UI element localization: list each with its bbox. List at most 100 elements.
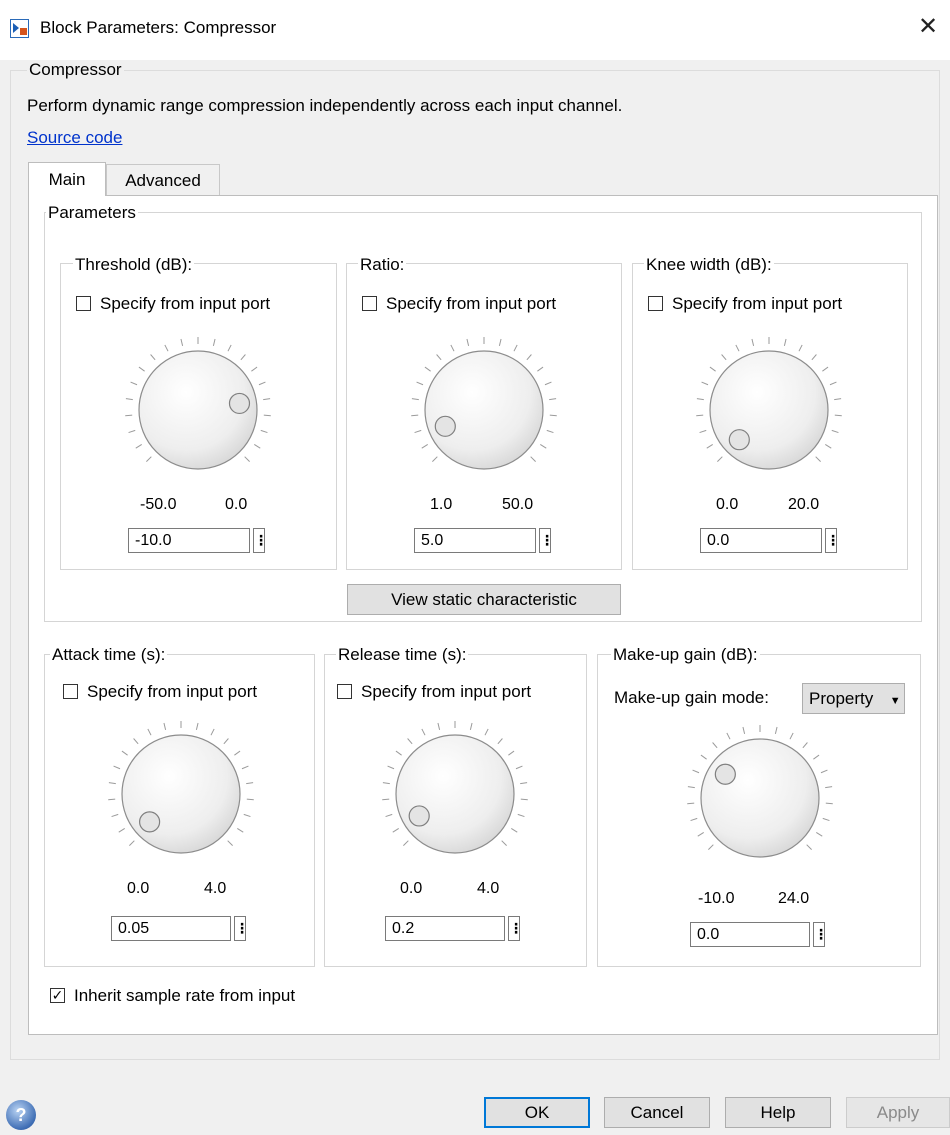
block-name: Compressor [27,60,124,80]
makeup-mode-dropdown[interactable]: Property ▼ [802,683,905,714]
knee-max-label: 20.0 [788,496,820,513]
knob-tick [147,728,152,736]
knob-tick [834,398,842,401]
makeup-value-input[interactable]: 0.0 [690,922,810,947]
knob-tick [696,414,704,417]
attack-min-label: 0.0 [127,880,150,897]
close-icon[interactable]: ✕ [918,12,938,42]
knob-tick [260,429,268,434]
knob-tick [243,813,251,818]
knob-tick [227,344,232,352]
release-max-label: 4.0 [477,880,500,897]
knob-tick [515,765,523,770]
knob-tick [382,782,390,785]
knob-tick [816,832,823,837]
knob-tick [540,444,547,449]
knob-dial [121,734,241,854]
knob-tick [246,798,254,801]
release-knob[interactable] [375,714,535,874]
knob-tick [549,414,557,417]
knob-dial [424,350,544,470]
ratio-value-input[interactable]: 5.0 [414,528,536,553]
knee-port-checkbox[interactable] [648,296,663,311]
attack-port-checkbox[interactable] [63,684,78,699]
knob-tick [108,798,116,801]
makeup-mode-value: Property [809,689,874,708]
knob-tick [466,338,470,346]
knob-tick [549,398,557,401]
knob-tick [125,414,133,417]
release-label: Release time (s): [336,645,469,665]
knob-indicator [139,811,161,833]
knob-tick [254,444,261,449]
knob-tick [742,726,746,734]
knob-tick [212,338,216,346]
knob-tick [113,765,121,770]
attack-port-label: Specify from input port [87,682,258,701]
knob-tick [508,750,515,756]
knob-tick [146,456,152,462]
knob-tick [697,832,704,837]
knob-tick [150,354,156,361]
knob-dial [709,350,829,470]
knob-tick [450,344,455,352]
knee-knob[interactable] [689,330,849,490]
makeup-mode-label: Make-up gain mode: [614,688,769,707]
release-menu-button[interactable]: ⋮ [508,916,523,941]
release-min-label: 0.0 [400,880,423,897]
ratio-menu-button[interactable]: ⋮ [539,528,554,553]
help-icon[interactable]: ? [6,1100,36,1130]
ratio-knob[interactable] [404,330,564,490]
knob-tick [546,429,554,434]
threshold-value-input[interactable]: -10.0 [128,528,250,553]
ok-button[interactable]: OK [484,1097,590,1128]
help-button[interactable]: Help [725,1097,831,1128]
knob-tick [416,381,424,386]
cancel-button[interactable]: Cancel [604,1097,710,1128]
knob-tick [111,813,119,818]
source-code-link[interactable]: Source code [27,128,122,148]
knob-tick [717,456,723,462]
inherit-sample-rate-checkbox[interactable]: ✓ [50,988,65,1003]
knob-dial [395,734,515,854]
knob-tick [789,732,794,740]
threshold-menu-button[interactable]: ⋮ [253,528,268,553]
makeup-label: Make-up gain (dB): [611,645,760,665]
knob-tick [699,429,707,434]
knob-tick [195,722,199,730]
makeup-menu-button[interactable]: ⋮ [813,922,828,947]
attack-menu-button[interactable]: ⋮ [234,916,249,941]
tab-advanced[interactable]: Advanced [106,164,220,195]
release-port-checkbox[interactable] [337,684,352,699]
attack-value-input[interactable]: 0.05 [111,916,231,941]
threshold-label: Threshold (dB): [73,255,195,275]
knee-value-input[interactable]: 0.0 [700,528,822,553]
parameters-group-label: Parameters [46,203,138,223]
knob-tick [735,344,740,352]
attack-knob[interactable] [101,714,261,874]
knob-tick [421,728,426,736]
knob-tick [517,813,525,818]
release-port-label: Specify from input port [361,682,532,701]
knob-tick [774,726,778,734]
threshold-knob[interactable] [118,330,278,490]
release-value-input[interactable]: 0.2 [385,916,505,941]
makeup-knob[interactable] [680,718,840,878]
knob-tick [829,381,837,386]
ratio-port-checkbox[interactable] [362,296,377,311]
knob-tick [108,782,116,785]
view-static-characteristic-button[interactable]: View static characteristic [347,584,621,615]
knob-tick [709,366,716,372]
attack-max-label: 4.0 [204,880,227,897]
knob-tick [407,738,413,745]
knob-tick [125,398,133,401]
ratio-max-label: 50.0 [502,496,534,513]
knee-menu-button[interactable]: ⋮ [825,528,840,553]
knob-tick [227,840,233,846]
attack-label: Attack time (s): [50,645,168,665]
knob-tick [831,429,839,434]
tab-main[interactable]: Main [28,162,106,196]
threshold-port-checkbox[interactable] [76,296,91,311]
knob-tick [806,844,812,850]
makeup-max-label: 24.0 [778,890,810,907]
